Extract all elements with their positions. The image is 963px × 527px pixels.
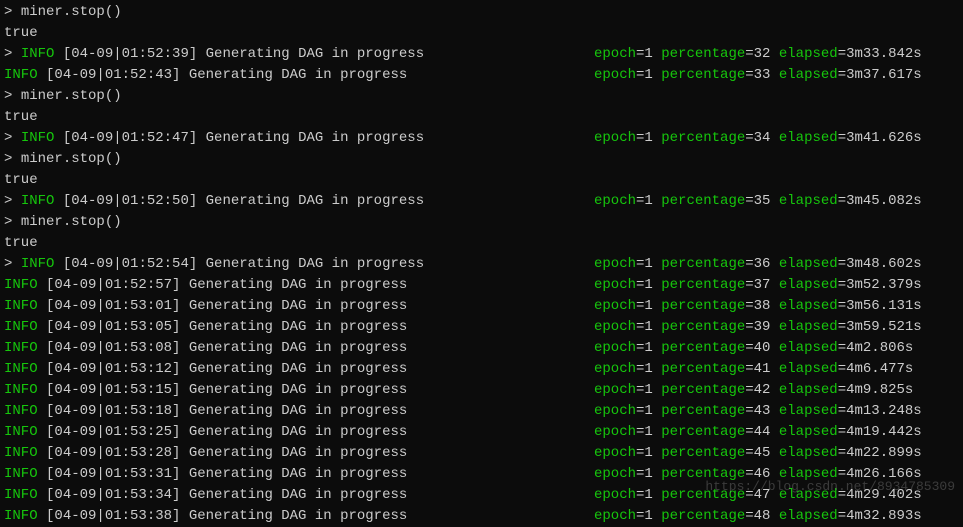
log-level: INFO bbox=[4, 277, 38, 293]
log-message: Generating DAG in progress bbox=[189, 319, 407, 335]
log-level: INFO bbox=[4, 487, 38, 503]
log-message: Generating DAG in progress bbox=[189, 466, 407, 482]
log-message: Generating DAG in progress bbox=[189, 445, 407, 461]
log-line: INFO [04-09|01:53:05] Generating DAG in … bbox=[4, 317, 959, 338]
log-level: INFO bbox=[4, 340, 38, 356]
timestamp: [04-09|01:53:25] bbox=[46, 424, 180, 440]
log-line: INFO [04-09|01:52:43] Generating DAG in … bbox=[4, 65, 959, 86]
log-level: INFO bbox=[21, 256, 55, 272]
terminal-output[interactable]: > miner.stop()true> INFO [04-09|01:52:39… bbox=[4, 2, 959, 527]
command-line: > miner.stop() bbox=[4, 212, 959, 233]
timestamp: [04-09|01:52:57] bbox=[46, 277, 180, 293]
log-level: INFO bbox=[4, 67, 38, 83]
timestamp: [04-09|01:52:43] bbox=[46, 67, 180, 83]
log-level: INFO bbox=[4, 298, 38, 314]
log-line: INFO [04-09|01:52:57] Generating DAG in … bbox=[4, 275, 959, 296]
log-line: INFO [04-09|01:53:38] Generating DAG in … bbox=[4, 506, 959, 527]
log-message: Generating DAG in progress bbox=[189, 298, 407, 314]
log-message: Generating DAG in progress bbox=[189, 403, 407, 419]
timestamp: [04-09|01:53:15] bbox=[46, 382, 180, 398]
log-line: INFO [04-09|01:53:12] Generating DAG in … bbox=[4, 359, 959, 380]
log-level: INFO bbox=[21, 193, 55, 209]
log-line: INFO [04-09|01:53:15] Generating DAG in … bbox=[4, 380, 959, 401]
timestamp: [04-09|01:52:47] bbox=[63, 130, 197, 146]
timestamp: [04-09|01:52:39] bbox=[63, 46, 197, 62]
log-message: Generating DAG in progress bbox=[206, 193, 424, 209]
timestamp: [04-09|01:53:08] bbox=[46, 340, 180, 356]
log-message: Generating DAG in progress bbox=[189, 67, 407, 83]
timestamp: [04-09|01:52:54] bbox=[63, 256, 197, 272]
log-line: INFO [04-09|01:53:01] Generating DAG in … bbox=[4, 296, 959, 317]
log-message: Generating DAG in progress bbox=[189, 361, 407, 377]
timestamp: [04-09|01:53:31] bbox=[46, 466, 180, 482]
log-line: INFO [04-09|01:53:25] Generating DAG in … bbox=[4, 422, 959, 443]
log-line: INFO [04-09|01:53:08] Generating DAG in … bbox=[4, 338, 959, 359]
return-value: true bbox=[4, 107, 959, 128]
log-line: > INFO [04-09|01:52:50] Generating DAG i… bbox=[4, 191, 959, 212]
log-message: Generating DAG in progress bbox=[189, 424, 407, 440]
log-level: INFO bbox=[4, 382, 38, 398]
watermark-text: https://blog.csdn.net/8934785309 bbox=[705, 477, 955, 497]
log-message: Generating DAG in progress bbox=[189, 382, 407, 398]
log-line: > INFO [04-09|01:52:54] Generating DAG i… bbox=[4, 254, 959, 275]
log-level: INFO bbox=[4, 403, 38, 419]
command-line: > miner.stop() bbox=[4, 2, 959, 23]
command-line: > miner.stop() bbox=[4, 149, 959, 170]
log-line: INFO [04-09|01:53:18] Generating DAG in … bbox=[4, 401, 959, 422]
log-level: INFO bbox=[21, 130, 55, 146]
log-line: > INFO [04-09|01:52:39] Generating DAG i… bbox=[4, 44, 959, 65]
log-line: > INFO [04-09|01:52:47] Generating DAG i… bbox=[4, 128, 959, 149]
timestamp: [04-09|01:52:50] bbox=[63, 193, 197, 209]
timestamp: [04-09|01:53:34] bbox=[46, 487, 180, 503]
log-level: INFO bbox=[4, 361, 38, 377]
return-value: true bbox=[4, 23, 959, 44]
log-message: Generating DAG in progress bbox=[206, 256, 424, 272]
timestamp: [04-09|01:53:01] bbox=[46, 298, 180, 314]
timestamp: [04-09|01:53:12] bbox=[46, 361, 180, 377]
timestamp: [04-09|01:53:38] bbox=[46, 508, 180, 524]
command-line: > miner.stop() bbox=[4, 86, 959, 107]
log-level: INFO bbox=[4, 445, 38, 461]
log-line: INFO [04-09|01:53:28] Generating DAG in … bbox=[4, 443, 959, 464]
timestamp: [04-09|01:53:05] bbox=[46, 319, 180, 335]
log-level: INFO bbox=[4, 508, 38, 524]
log-message: Generating DAG in progress bbox=[206, 46, 424, 62]
log-message: Generating DAG in progress bbox=[189, 340, 407, 356]
log-level: INFO bbox=[4, 319, 38, 335]
log-message: Generating DAG in progress bbox=[206, 130, 424, 146]
log-message: Generating DAG in progress bbox=[189, 277, 407, 293]
timestamp: [04-09|01:53:18] bbox=[46, 403, 180, 419]
log-message: Generating DAG in progress bbox=[189, 487, 407, 503]
log-message: Generating DAG in progress bbox=[189, 508, 407, 524]
return-value: true bbox=[4, 233, 959, 254]
log-level: INFO bbox=[4, 424, 38, 440]
timestamp: [04-09|01:53:28] bbox=[46, 445, 180, 461]
log-level: INFO bbox=[4, 466, 38, 482]
log-level: INFO bbox=[21, 46, 55, 62]
return-value: true bbox=[4, 170, 959, 191]
